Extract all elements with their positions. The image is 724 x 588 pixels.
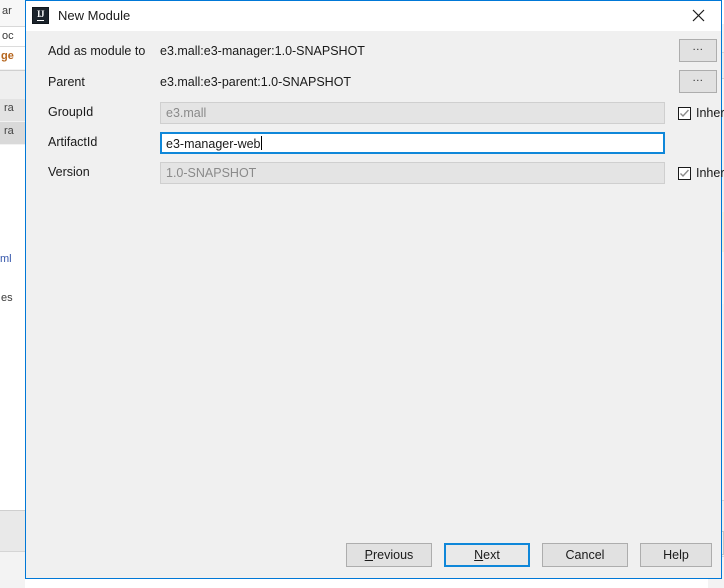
close-icon[interactable]	[675, 1, 721, 30]
cancel-button[interactable]: Cancel	[542, 543, 628, 567]
artifactid-input[interactable]: e3-manager-web	[160, 132, 665, 154]
bg-band	[0, 70, 25, 100]
browse-parent-button[interactable]: ...	[679, 70, 717, 93]
previous-label-rest: revious	[373, 548, 413, 562]
dialog-body: Add as module to e3.mall:e3-manager:1.0-…	[26, 31, 721, 533]
browse-add-as-module-to-button[interactable]: ...	[679, 39, 717, 62]
bg-fragment: oc	[2, 30, 14, 42]
groupid-inherit-checkbox[interactable]: Inherit	[678, 102, 724, 124]
checkbox-box	[678, 107, 691, 120]
value-add-as-module-to: e3.mall:e3-manager:1.0-SNAPSHOT	[160, 44, 365, 58]
new-module-dialog: IJ New Module Add as module to e3.mall:e…	[25, 0, 722, 579]
bg-band	[0, 510, 25, 551]
form-row-add-as-module-to: Add as module to e3.mall:e3-manager:1.0-…	[26, 41, 721, 65]
form-row-version: Version 1.0-SNAPSHOT Inherit	[26, 162, 721, 186]
background-ide-left: ar oc ge ra ra ml es	[0, 0, 25, 588]
label-add-as-module-to: Add as module to	[48, 44, 145, 58]
value-parent: e3.mall:e3-parent:1.0-SNAPSHOT	[160, 75, 351, 89]
bg-fragment: ge	[1, 50, 14, 62]
bg-fragment: ra	[4, 102, 14, 114]
dialog-title: New Module	[58, 7, 130, 25]
cancel-label: Cancel	[566, 548, 605, 562]
dialog-titlebar: IJ New Module	[26, 1, 721, 32]
version-inherit-checkbox[interactable]: Inherit	[678, 162, 724, 184]
bg-fragment: es	[1, 292, 13, 304]
previous-mnemonic: P	[365, 548, 373, 562]
form-row-groupid: GroupId e3.mall Inherit	[26, 102, 721, 126]
label-parent: Parent	[48, 75, 85, 89]
bg-fragment: ml	[0, 253, 12, 265]
screen: ar oc ge ra ra ml es ❮ t t t / ❯	[0, 0, 724, 588]
groupid-input[interactable]: e3.mall	[160, 102, 665, 124]
help-button[interactable]: Help	[640, 543, 712, 567]
previous-button[interactable]: Previous	[346, 543, 432, 567]
intellij-idea-icon: IJ	[32, 7, 49, 24]
dots-label: ...	[693, 42, 704, 53]
next-label-rest: ext	[483, 548, 500, 562]
checkbox-box	[678, 167, 691, 180]
help-label: Help	[663, 548, 689, 562]
label-artifactid: ArtifactId	[48, 135, 97, 149]
bg-band	[0, 145, 25, 345]
groupid-inherit-label: Inherit	[696, 106, 724, 120]
bg-band	[0, 345, 25, 510]
bg-fragment: ar	[2, 5, 12, 17]
form-row-artifactid: ArtifactId e3-manager-web	[26, 132, 721, 156]
dialog-button-bar: Previous Next Cancel Help	[26, 533, 721, 578]
label-groupid: GroupId	[48, 105, 93, 119]
next-mnemonic: N	[474, 548, 483, 562]
text-caret	[261, 136, 262, 150]
label-version: Version	[48, 165, 90, 179]
version-inherit-label: Inherit	[696, 166, 724, 180]
bg-fragment: ra	[4, 125, 14, 137]
version-input[interactable]: 1.0-SNAPSHOT	[160, 162, 665, 184]
artifactid-value: e3-manager-web	[166, 137, 261, 151]
next-button[interactable]: Next	[444, 543, 530, 567]
bg-band	[0, 551, 25, 588]
form-row-parent: Parent e3.mall:e3-parent:1.0-SNAPSHOT ..…	[26, 72, 721, 96]
dots-label: ...	[693, 73, 704, 84]
